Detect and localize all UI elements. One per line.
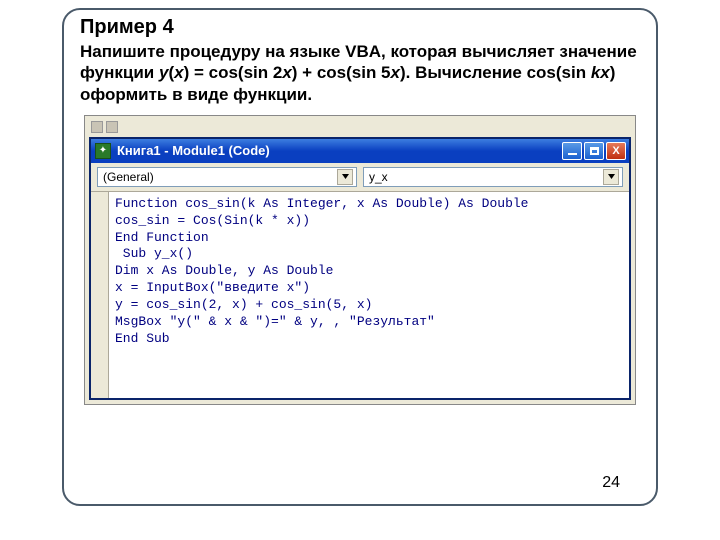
code-editor[interactable]: Function cos_sin(k As Integer, x As Doub… xyxy=(109,192,534,398)
chevron-down-icon xyxy=(337,169,353,185)
code-gutter xyxy=(91,192,109,398)
task-var-x: x xyxy=(282,63,291,82)
task-part: ). Вычисление cos(sin xyxy=(400,63,591,82)
code-window: ✦ Книга1 - Module1 (Code) X (General) y_… xyxy=(89,137,631,400)
module-icon: ✦ xyxy=(95,143,111,159)
dropdown-row: (General) y_x xyxy=(91,163,629,192)
toolbar-icon[interactable] xyxy=(106,121,118,133)
task-var-kx: kx xyxy=(591,63,610,82)
object-dropdown[interactable]: (General) xyxy=(97,167,357,187)
procedure-dropdown-value: y_x xyxy=(369,170,388,184)
procedure-dropdown[interactable]: y_x xyxy=(363,167,623,187)
code-area: Function cos_sin(k As Integer, x As Doub… xyxy=(91,192,629,398)
task-part: ) + cos(sin 5 xyxy=(292,63,391,82)
minimize-button[interactable] xyxy=(562,142,582,160)
window-titlebar[interactable]: ✦ Книга1 - Module1 (Code) X xyxy=(91,139,629,163)
slide-frame: Пример 4 Напишите процедуру на языке VBA… xyxy=(62,8,658,506)
object-dropdown-value: (General) xyxy=(103,170,154,184)
task-var-x: x xyxy=(174,63,183,82)
window-title: Книга1 - Module1 (Code) xyxy=(117,143,556,158)
chevron-down-icon xyxy=(603,169,619,185)
toolbar-icon[interactable] xyxy=(91,121,103,133)
ide-container: ✦ Книга1 - Module1 (Code) X (General) y_… xyxy=(84,115,636,405)
task-var-x: x xyxy=(391,63,400,82)
task-text: Напишите процедуру на языке VBA, которая… xyxy=(80,41,640,105)
task-part: ) = cos(sin 2 xyxy=(184,63,283,82)
maximize-button[interactable] xyxy=(584,142,604,160)
example-heading: Пример 4 xyxy=(80,16,640,39)
ide-toolbar xyxy=(89,120,631,134)
page-number: 24 xyxy=(602,474,620,492)
close-button[interactable]: X xyxy=(606,142,626,160)
window-buttons: X xyxy=(562,142,626,160)
